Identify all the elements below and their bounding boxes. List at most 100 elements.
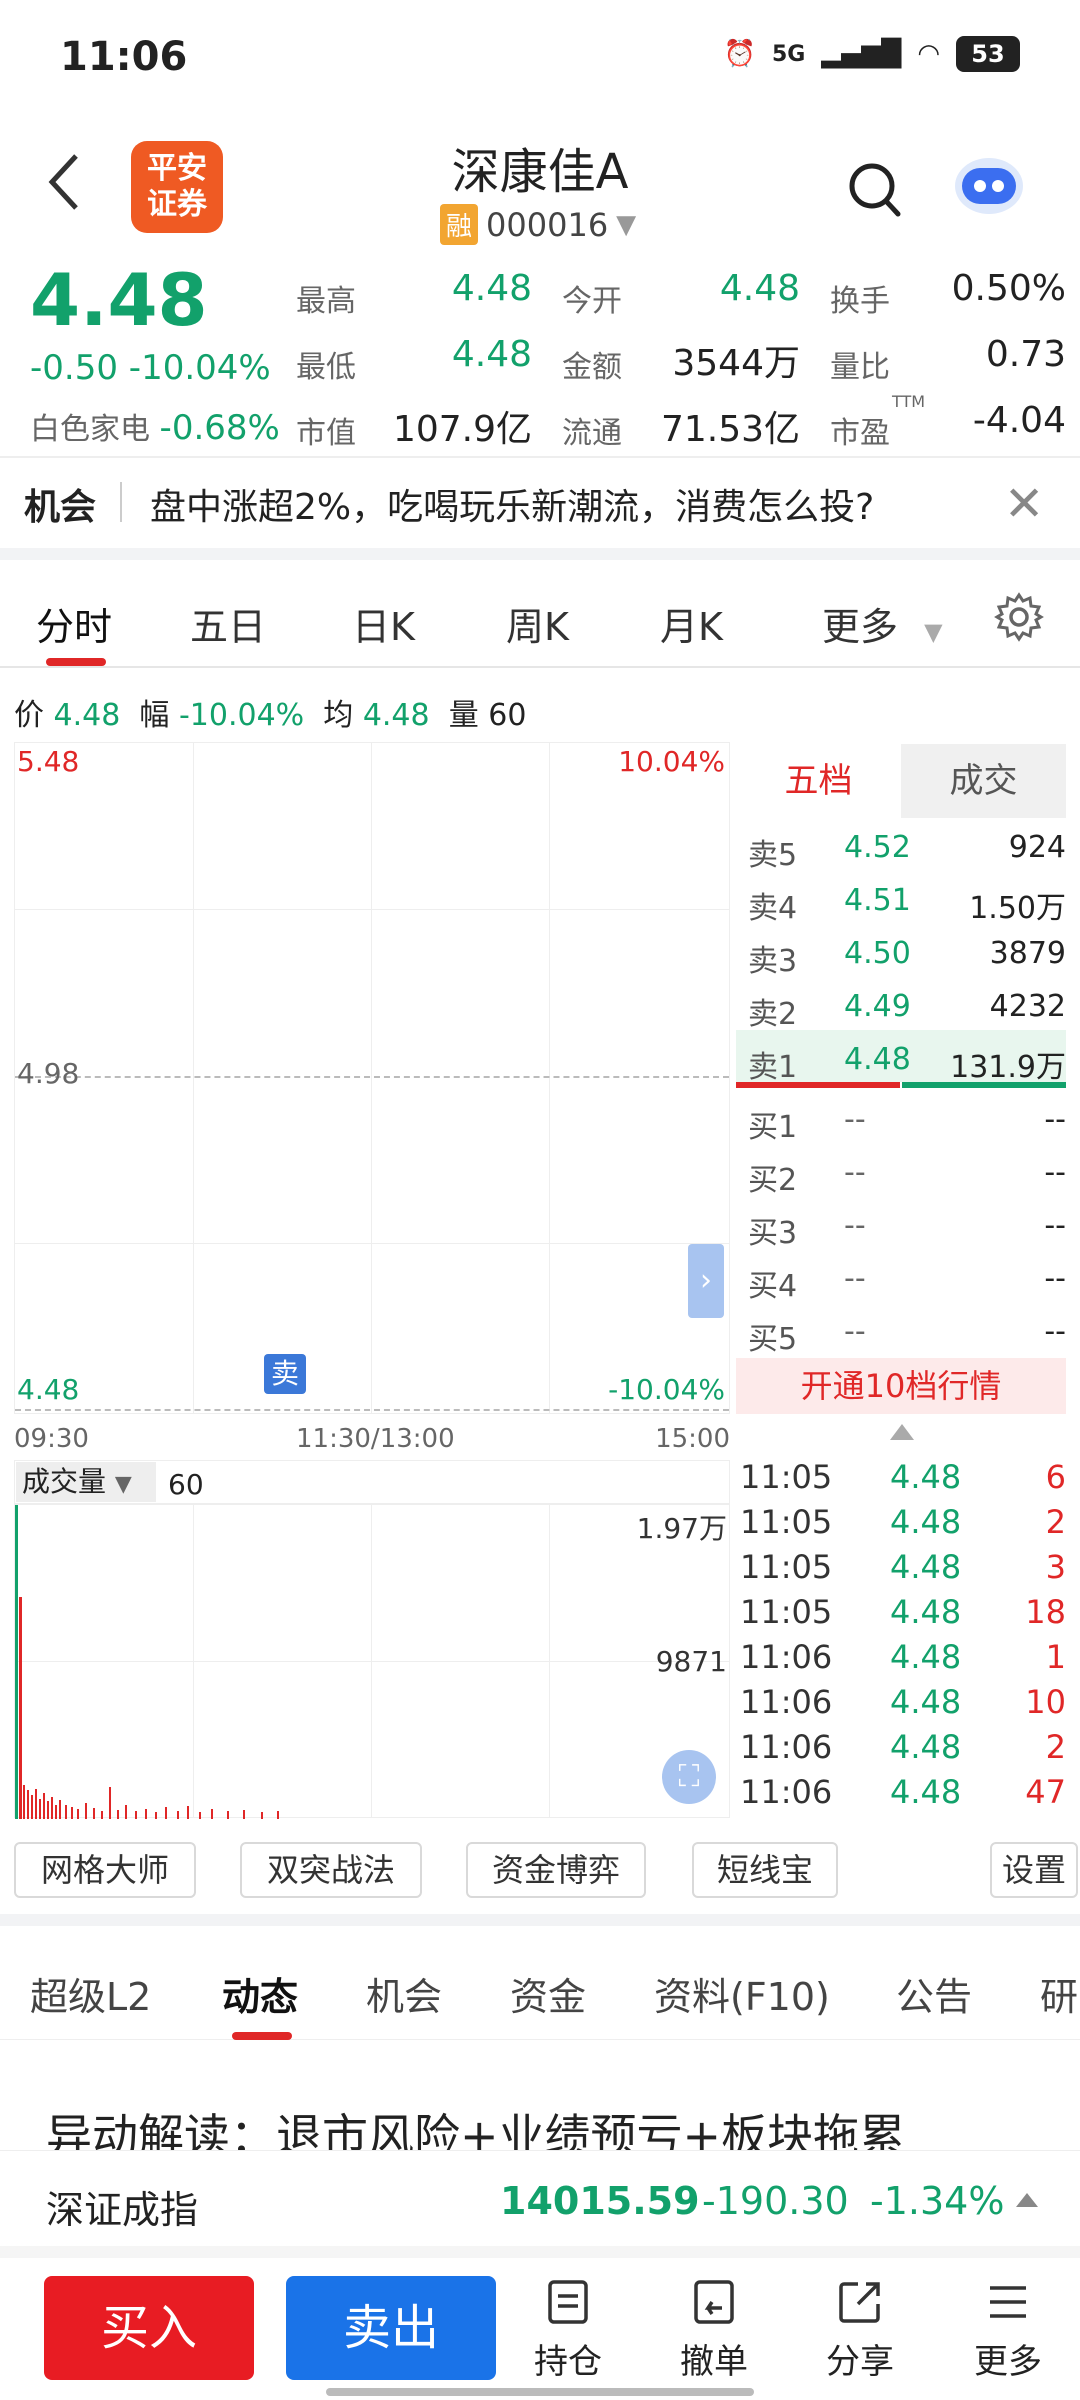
grid-master-button[interactable]: 网格大师 [14, 1842, 196, 1898]
bid-row[interactable]: 买2 -- -- [748, 1145, 1066, 1198]
wifi-icon: ◠ [917, 39, 940, 69]
double-breakout-button[interactable]: 双突战法 [240, 1842, 422, 1898]
tab-f10[interactable]: 资料(F10) [654, 1966, 830, 2021]
ask-row[interactable]: 卖1 4.48 131.9万 [748, 1032, 1066, 1085]
trade-volume: 1 [1045, 1638, 1066, 1676]
undo-icon [694, 2280, 734, 2324]
ai-assistant-button[interactable] [950, 150, 1028, 220]
ask-label: 卖5 [748, 838, 798, 873]
settings-button[interactable] [994, 592, 1044, 642]
stat-value: 3544万 [672, 343, 800, 384]
scroll-up-icon[interactable] [890, 1424, 914, 1440]
tab-announcements[interactable]: 公告 [896, 1966, 972, 2021]
stat-value: 0.50% [951, 268, 1066, 309]
ask-row[interactable]: 卖5 4.52 924 [748, 820, 1066, 873]
sell-signal-marker[interactable]: 卖 [264, 1354, 306, 1394]
ask-price: 4.52 [844, 830, 911, 865]
tab-trades[interactable]: 成交 [901, 744, 1066, 818]
tab-research[interactable]: 研 [1040, 1966, 1078, 2021]
bid-row[interactable]: 买5 -- -- [748, 1304, 1066, 1357]
info-price: 4.48 [53, 698, 121, 733]
indicator-select[interactable]: 成交量 ▼ [16, 1462, 156, 1502]
bid-row[interactable]: 买3 -- -- [748, 1198, 1066, 1251]
more-label: 更多 [974, 2342, 1042, 2382]
info-price-label: 价 [14, 698, 44, 733]
index-name: 深证成指 [46, 2188, 199, 2232]
trade-price: 4.48 [890, 1458, 962, 1496]
volume-bar [155, 1812, 157, 1819]
search-button[interactable] [848, 160, 904, 220]
capital-game-button[interactable]: 资金博弈 [466, 1842, 646, 1898]
buy-button[interactable]: 买入 [44, 2276, 254, 2380]
bid-price: -- [844, 1208, 866, 1243]
tab-five-day[interactable]: 五日 [190, 596, 266, 651]
volume-bar [55, 1805, 57, 1819]
info-amp: -10.04% [178, 698, 305, 733]
stock-code-row[interactable]: 融 000016 ▼ [440, 204, 636, 245]
chevron-up-icon[interactable] [1016, 2193, 1038, 2207]
volume-bar [177, 1811, 179, 1819]
tab-daily-k[interactable]: 日K [352, 596, 415, 651]
close-icon[interactable]: ✕ [1004, 476, 1044, 532]
active-tab-indicator [232, 2032, 292, 2040]
volume-bar [165, 1807, 167, 1819]
volume-bar [71, 1807, 73, 1819]
tab-intraday[interactable]: 分时 [36, 596, 112, 651]
ask-row[interactable]: 卖4 4.51 1.50万 [748, 873, 1066, 926]
ask-row[interactable]: 卖3 4.50 3879 [748, 926, 1066, 979]
tab-more[interactable]: 更多 ▼ [822, 596, 943, 651]
volume-bar [65, 1805, 67, 1819]
trade-volume: 2 [1045, 1503, 1066, 1541]
trade-volume: 47 [1025, 1773, 1066, 1811]
stock-code: 000016 [486, 205, 609, 244]
index-ticker[interactable]: 深证成指 14015.59 -190.30 -1.34% [0, 2150, 1080, 2258]
ask-price: 4.49 [844, 989, 911, 1024]
ask-price: 4.51 [844, 883, 911, 918]
stat-label: 市盈 [830, 416, 890, 451]
trade-volume: 18 [1025, 1593, 1066, 1631]
bid-price: -- [844, 1261, 866, 1296]
positions-button[interactable]: 持仓 [518, 2278, 618, 2383]
bid-label: 买3 [748, 1216, 798, 1251]
tab-monthly-k[interactable]: 月K [660, 596, 723, 651]
sector-row[interactable]: 白色家电 -0.68% [30, 404, 280, 448]
trade-row: 11:05 4.48 2 [740, 1499, 1066, 1543]
tab-capital[interactable]: 资金 [510, 1966, 586, 2021]
bid-row[interactable]: 买1 -- -- [748, 1092, 1066, 1145]
share-button[interactable]: 分享 [810, 2278, 910, 2383]
more-button[interactable]: 更多 [958, 2278, 1058, 2383]
home-indicator[interactable] [326, 2388, 754, 2396]
opportunity-banner[interactable]: 机会 盘中涨超2%，吃喝玩乐新潮流，消费怎么投? ✕ [0, 458, 1080, 548]
ask-row[interactable]: 卖2 4.49 4232 [748, 979, 1066, 1032]
tab-opportunity[interactable]: 机会 [366, 1966, 442, 2021]
volume-bar [47, 1801, 49, 1819]
stat-value: 4.48 [719, 268, 800, 309]
bid-row[interactable]: 买4 -- -- [748, 1251, 1066, 1304]
bid-label: 买1 [748, 1110, 798, 1145]
tab-five-levels[interactable]: 五档 [736, 744, 901, 818]
network-label: 5G [771, 41, 806, 67]
stat-label: 市值 [296, 416, 356, 451]
status-icons: ⏰ 5G ▂▄▆█ ◠ 53 [724, 36, 1020, 72]
time-start: 09:30 [14, 1424, 89, 1454]
cancel-order-button[interactable]: 撤单 [664, 2278, 764, 2383]
strategy-settings-button[interactable]: 设置 [990, 1842, 1078, 1898]
tab-news[interactable]: 动态 [222, 1966, 298, 2021]
expand-panel-button[interactable]: › [688, 1244, 724, 1318]
margin-badge: 融 [440, 204, 479, 245]
tab-super-l2[interactable]: 超级L2 [30, 1966, 151, 2021]
price-line [15, 1409, 729, 1411]
trade-time: 11:05 [740, 1593, 833, 1631]
fullscreen-icon[interactable]: ⛶ [662, 1750, 716, 1804]
tab-weekly-k[interactable]: 周K [506, 596, 569, 651]
short-term-button[interactable]: 短线宝 [692, 1842, 838, 1898]
volume-chart[interactable]: 1.97万 9871 [14, 1504, 730, 1819]
intraday-chart[interactable]: 5.48 10.04% 4.98 4.48 -10.04% [14, 742, 730, 1414]
positions-label: 持仓 [534, 2342, 602, 2382]
sell-button[interactable]: 卖出 [286, 2276, 496, 2380]
trade-volume: 2 [1045, 1728, 1066, 1766]
active-tab-indicator [46, 658, 106, 666]
trade-time: 11:05 [740, 1503, 833, 1541]
upgrade-level10-button[interactable]: 开通10档行情 [736, 1358, 1066, 1414]
current-price: 4.48 [30, 258, 208, 342]
